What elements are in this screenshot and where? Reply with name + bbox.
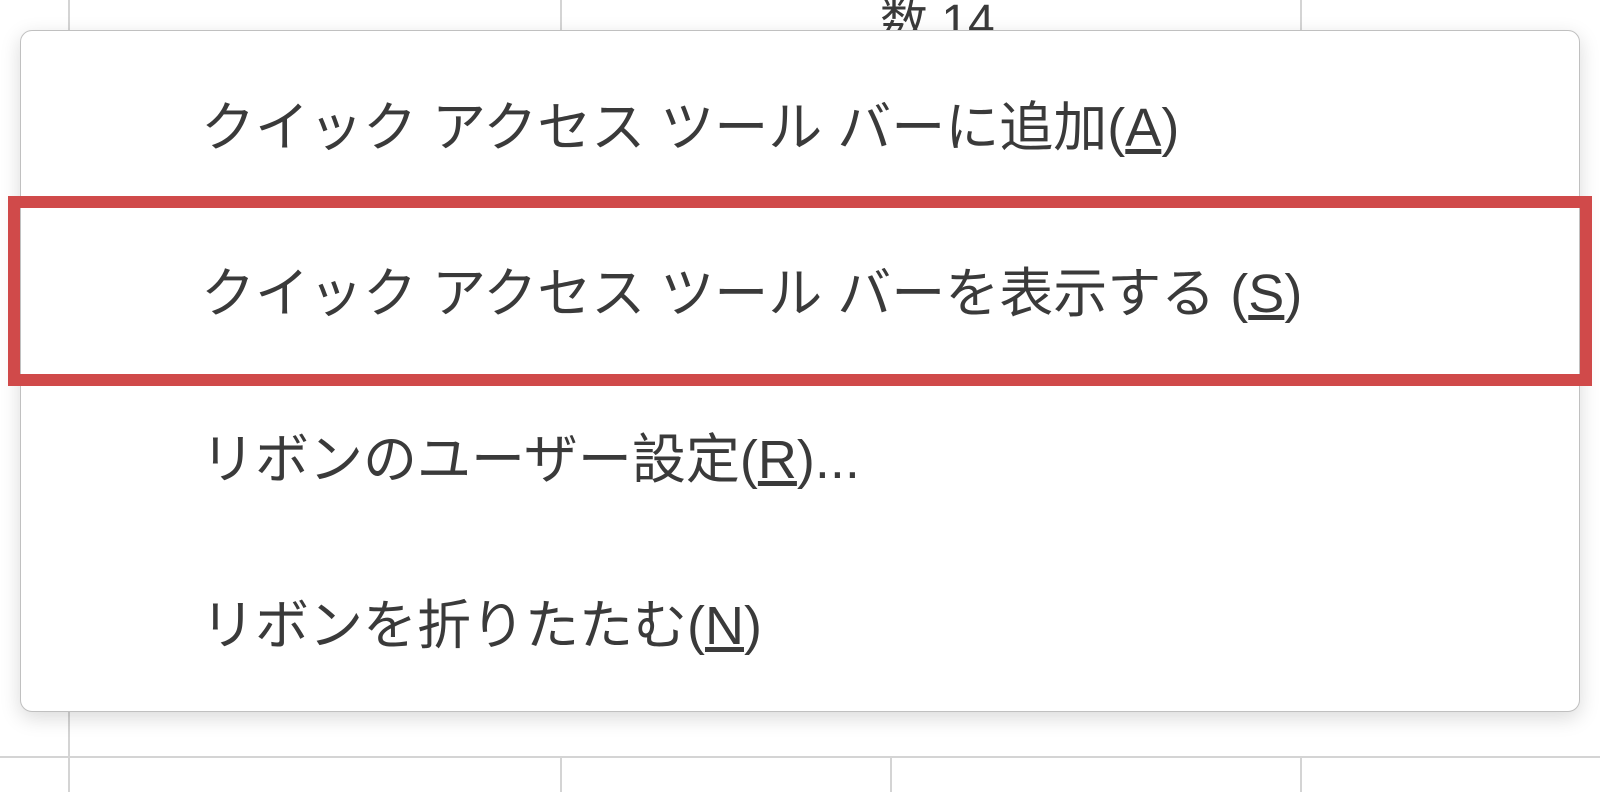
menu-item-label: クイック アクセス ツール バーに追加(A) (201, 83, 1179, 162)
menu-item-label: クイック アクセス ツール バーを表示する (S) (201, 249, 1302, 328)
menu-item-show-qat[interactable]: クイック アクセス ツール バーを表示する (S) (21, 205, 1579, 371)
menu-item-label: リボンを折りたたむ(N) (201, 581, 762, 660)
menu-item-collapse-ribbon[interactable]: リボンを折りたたむ(N) (21, 537, 1579, 703)
ribbon-context-menu: クイック アクセス ツール バーに追加(A) クイック アクセス ツール バーを… (20, 30, 1580, 712)
menu-item-add-to-qat[interactable]: クイック アクセス ツール バーに追加(A) (21, 39, 1579, 205)
menu-item-label: リボンのユーザー設定(R)... (201, 415, 860, 494)
menu-item-customize-ribbon[interactable]: リボンのユーザー設定(R)... (21, 371, 1579, 537)
